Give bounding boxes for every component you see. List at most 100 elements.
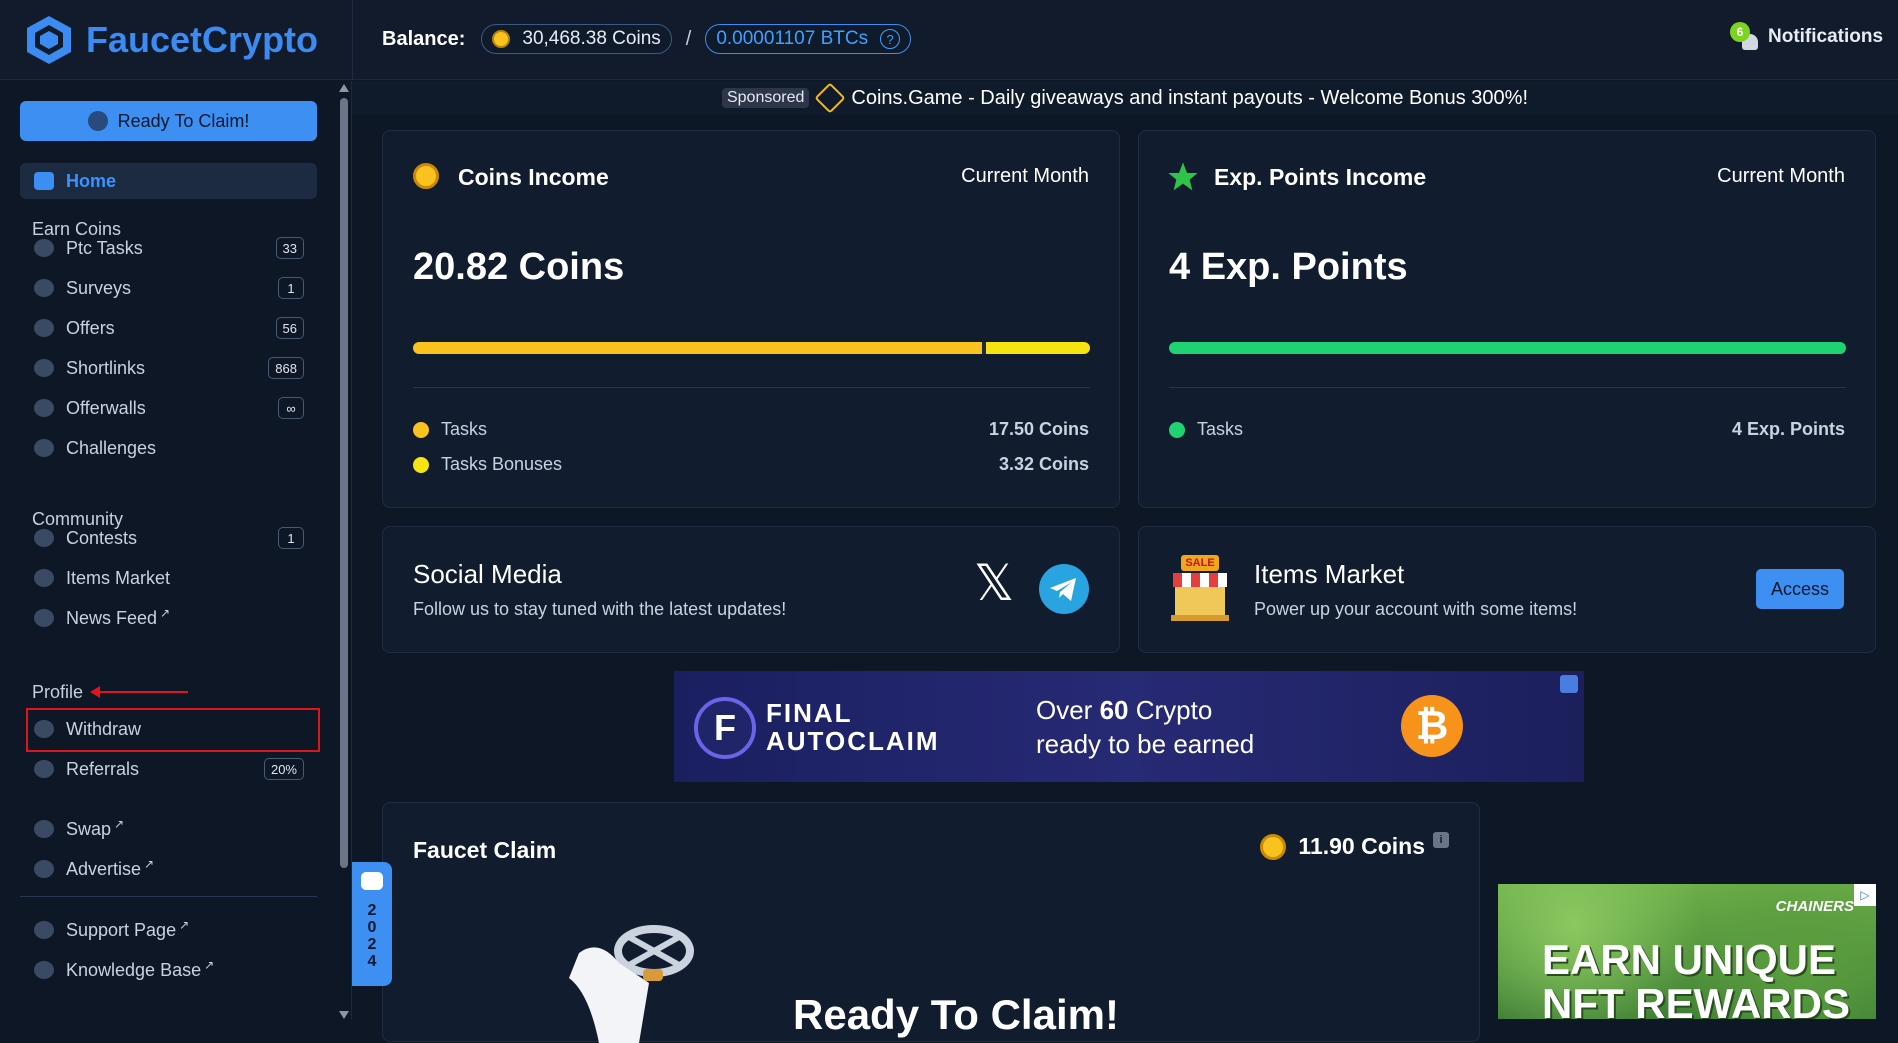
sidebar-item-knowledge-base[interactable]: Knowledge Base ↗ [34, 955, 304, 985]
ad-text-prefix: Over [1036, 695, 1100, 725]
claim-button-label: Ready To Claim! [117, 110, 250, 131]
sidebar-item-label: Offerwalls [66, 397, 146, 418]
legend-value: 3.32 Coins [998, 454, 1089, 474]
sidebar-item-label: News Feed [66, 607, 158, 628]
info-icon[interactable]: i [1433, 831, 1449, 848]
swap-icon [34, 820, 54, 838]
card-title: Faucet Claim [413, 837, 557, 863]
chainers-ad[interactable]: CHAINERS ▷ EARN UNIQUE NFT REWARDS [1498, 884, 1876, 1019]
home-icon [34, 172, 54, 190]
legend-label: Tasks [1197, 419, 1244, 439]
access-button[interactable]: Access [1756, 569, 1844, 609]
legend-label: Tasks [441, 419, 488, 439]
year-digit: 2 [367, 902, 377, 919]
trophy-icon [34, 529, 54, 547]
header-divider [352, 0, 353, 80]
legend-label: Tasks Bonuses [441, 454, 563, 474]
card-divider [1169, 387, 1846, 388]
ad-text-suffix: Crypto [1128, 695, 1213, 725]
ad-brand-line2: AUTOCLAIM [766, 726, 940, 756]
ready-to-claim-button[interactable]: Ready To Claim! [20, 101, 317, 141]
bar-segment-tasks [413, 342, 982, 354]
reward-amount: 11.90 Coins [1298, 833, 1425, 859]
btc-balance-pill[interactable]: 0.00001107 BTCs ? [705, 24, 912, 54]
scrollbar-thumb[interactable] [340, 98, 348, 868]
coins-balance-pill[interactable]: 30,468.38 Coins [481, 24, 672, 54]
help-icon[interactable]: ? [880, 29, 901, 49]
sponsored-banner[interactable]: Sponsored Coins.Game - Daily giveaways a… [352, 81, 1898, 115]
ad-text-number: 60 [1099, 695, 1129, 725]
target-icon [34, 439, 54, 457]
bar-segment-tasks [1169, 342, 1846, 354]
exp-income-card: Exp. Points Income Current Month 4 Exp. … [1138, 130, 1876, 508]
verified-icon [87, 111, 108, 131]
notifications-button[interactable]: 6 Notifications [1730, 22, 1883, 52]
count-badge: 56 [275, 317, 304, 339]
sidebar-item-news-feed[interactable]: News Feed ↗ [34, 603, 304, 633]
logo[interactable]: FaucetCrypto [24, 14, 318, 66]
chat-icon [361, 872, 383, 890]
scroll-down-icon[interactable] [339, 1011, 349, 1019]
balance-label: Balance: [382, 27, 466, 50]
percent-badge: 20% [263, 758, 304, 780]
ready-to-claim-heading: Ready To Claim! [793, 991, 1119, 1038]
ad-brand: FINAL AUTOCLAIM [766, 699, 940, 755]
support-icon [34, 921, 54, 939]
sidebar-item-label: Home [66, 170, 117, 191]
sidebar-item-contests[interactable]: Contests 1 [34, 523, 304, 553]
sidebar-item-shortlinks[interactable]: Shortlinks 868 [34, 353, 304, 383]
sidebar-item-withdraw[interactable]: Withdraw [34, 714, 304, 744]
sidebar-item-ptc-tasks[interactable]: Ptc Tasks 33 [34, 233, 304, 263]
section-profile: Profile [32, 682, 84, 702]
sidebar-item-label: Contests [66, 527, 138, 548]
sidebar-item-label: Knowledge Base [66, 959, 202, 980]
adchoices-icon[interactable] [1560, 675, 1578, 693]
telegram-icon[interactable] [1039, 564, 1089, 614]
count-badge: 1 [278, 527, 304, 549]
sidebar-item-surveys[interactable]: Surveys 1 [34, 273, 304, 303]
items-market-card: SALE Items Market Power up your account … [1138, 526, 1876, 653]
sidebar-item-offers[interactable]: Offers 56 [34, 313, 304, 343]
final-autoclaim-ad[interactable]: F FINAL AUTOCLAIM Over 60 Crypto ready t… [674, 671, 1584, 782]
sidebar: Ready To Claim! Home Earn Coins Ptc Task… [0, 81, 352, 1019]
card-title: Social Media [413, 559, 562, 589]
year-digit: 2 [367, 936, 377, 953]
external-link-icon: ↗ [204, 958, 215, 972]
logo-text: FaucetCrypto [86, 19, 319, 60]
coins-income-card: Coins Income Current Month 20.82 Coins T… [382, 130, 1120, 508]
sidebar-scrollbar[interactable] [338, 84, 350, 1019]
ad-text: Over 60 Crypto ready to be earned [1036, 693, 1254, 761]
card-subtitle: Power up your account with some items! [1254, 599, 1578, 619]
card-title: Exp. Points Income [1214, 164, 1427, 190]
advertise-icon [34, 860, 54, 878]
sidebar-item-offerwalls[interactable]: Offerwalls ∞ [34, 393, 304, 423]
market-icon [34, 569, 54, 587]
period-label: Current Month [961, 165, 1089, 187]
count-badge: ∞ [278, 397, 304, 419]
balance-separator: / [685, 27, 692, 50]
chat-widget-button[interactable]: 2 0 2 4 [352, 862, 392, 986]
sidebar-item-home[interactable]: Home [20, 163, 317, 199]
sidebar-item-referrals[interactable]: Referrals 20% [34, 754, 304, 784]
coins-game-icon [814, 82, 846, 114]
sidebar-item-items-market[interactable]: Items Market [34, 563, 304, 593]
btc-balance: 0.00001107 BTCs [716, 28, 869, 49]
bell-icon: 6 [1730, 22, 1760, 52]
ad-brand: CHAINERS [1775, 898, 1854, 915]
sidebar-item-swap[interactable]: Swap ↗ [34, 814, 304, 844]
social-media-card: Social Media Follow us to stay tuned wit… [382, 526, 1120, 653]
x-twitter-icon[interactable]: 𝕏 [968, 557, 1020, 609]
star-icon [1168, 162, 1198, 191]
sidebar-item-support-page[interactable]: Support Page ↗ [34, 915, 304, 945]
coin-icon [1260, 833, 1287, 860]
sidebar-item-label: Items Market [66, 567, 171, 588]
sidebar-item-label: Support Page [66, 919, 177, 940]
count-badge: 33 [275, 237, 304, 259]
coin-icon [492, 30, 511, 48]
adchoices-icon[interactable]: ▷ [1854, 884, 1876, 906]
scroll-up-icon[interactable] [339, 84, 349, 92]
sidebar-item-challenges[interactable]: Challenges [34, 433, 304, 463]
sponsored-tag: Sponsored [721, 88, 810, 108]
sidebar-item-advertise[interactable]: Advertise ↗ [34, 854, 304, 884]
withdraw-icon [34, 720, 54, 738]
